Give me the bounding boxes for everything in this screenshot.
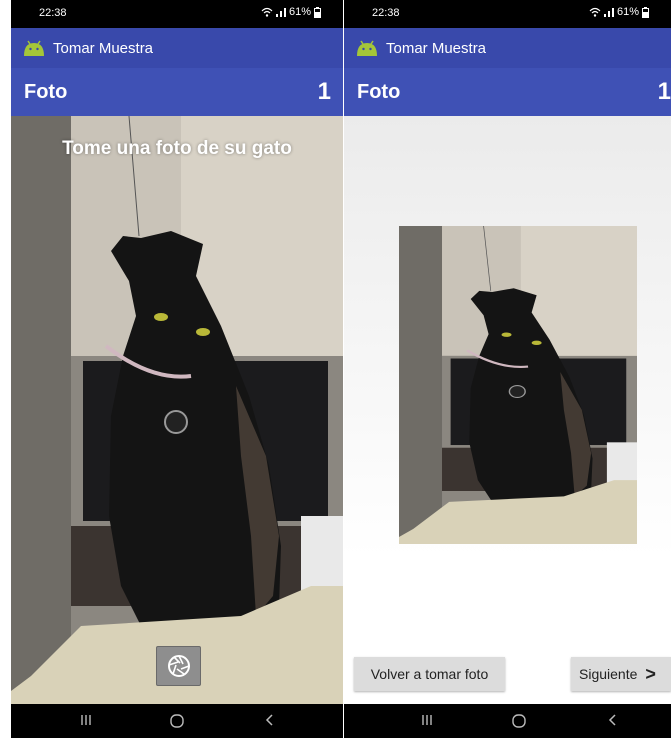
wifi-icon <box>261 7 273 17</box>
home-icon[interactable] <box>511 713 527 729</box>
signal-icon <box>275 8 286 17</box>
camera-viewfinder: Tome una foto de su gato <box>11 116 343 704</box>
status-bar: 22:38 61% <box>344 0 671 28</box>
section-title: Foto <box>357 80 401 103</box>
section-title: Foto <box>24 80 68 103</box>
retake-photo-label: Volver a tomar foto <box>370 666 489 682</box>
section-bar: Foto 1 <box>11 68 343 116</box>
system-nav-bar <box>11 704 343 738</box>
battery-icon <box>314 6 321 18</box>
status-indicators: 61% <box>261 6 321 18</box>
cat-photo <box>399 226 637 544</box>
app-title: Tomar Muestra <box>386 39 487 57</box>
camera-screen: 22:38 61% Tomar Muestra Foto 1 Tome una … <box>11 0 343 738</box>
back-icon[interactable] <box>263 713 277 727</box>
next-label: Siguiente <box>579 666 638 682</box>
camera-prompt: Tome una foto de su gato <box>62 138 292 159</box>
app-title: Tomar Muestra <box>53 39 154 57</box>
next-button[interactable]: Siguiente > <box>571 657 671 691</box>
recents-icon[interactable] <box>420 713 434 727</box>
preview-area: Volver a tomar foto Siguiente > <box>344 116 671 704</box>
status-time: 22:38 <box>372 7 400 19</box>
section-bar: Foto 1 <box>344 68 671 116</box>
signal-icon <box>603 8 614 17</box>
shutter-button[interactable] <box>156 646 201 686</box>
battery-percent: 61% <box>288 6 311 18</box>
wifi-icon <box>589 7 601 17</box>
cat-photo <box>11 116 343 704</box>
battery-percent: 61% <box>616 6 639 18</box>
app-bar: Tomar Muestra <box>11 28 343 68</box>
chevron-right-icon: > <box>645 663 656 684</box>
app-bar: Tomar Muestra <box>344 28 671 68</box>
system-nav-bar <box>344 704 671 738</box>
preview-screen: 22:38 61% Tomar Muestra Foto 1 Volver a … <box>344 0 671 738</box>
status-indicators: 61% <box>589 6 649 18</box>
android-icon <box>357 40 377 56</box>
home-icon[interactable] <box>169 713 185 729</box>
step-counter: 1 <box>657 78 671 105</box>
photo-preview <box>399 226 637 544</box>
recents-icon[interactable] <box>79 713 93 727</box>
android-icon <box>24 40 44 56</box>
shutter-icon <box>167 655 190 677</box>
status-bar: 22:38 61% <box>11 0 343 28</box>
battery-icon <box>642 6 649 18</box>
status-time: 22:38 <box>39 7 67 19</box>
step-counter: 1 <box>317 78 331 105</box>
retake-photo-button[interactable]: Volver a tomar foto <box>354 657 505 691</box>
back-icon[interactable] <box>606 713 620 727</box>
